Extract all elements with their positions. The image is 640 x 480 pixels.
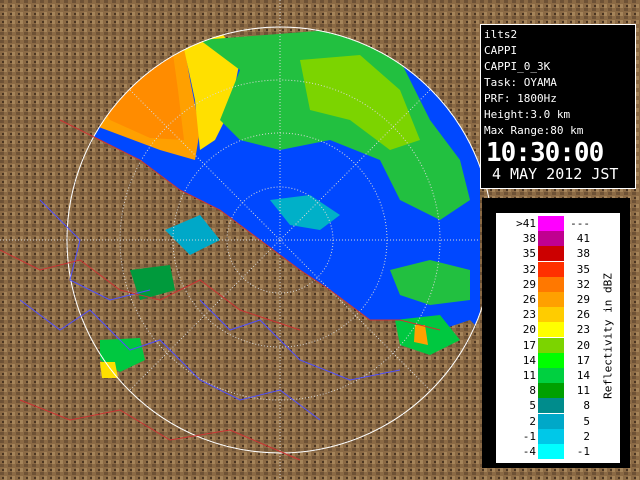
legend-high-value: ---	[570, 217, 590, 230]
legend-high-value: 23	[576, 323, 590, 337]
info-site-name: ilts2	[484, 28, 518, 41]
legend-high-value: 29	[576, 293, 590, 306]
info-max-range: Max Range:80 km	[484, 124, 584, 137]
info-product-name: CAPPI_0_3K	[484, 60, 551, 73]
legend-low-value: 26	[522, 293, 536, 306]
legend-high-value: 41	[576, 232, 590, 246]
legend-high-value: 17	[576, 353, 590, 367]
legend-high-value: 26	[576, 308, 590, 322]
legend-high-value: -1	[576, 445, 590, 458]
legend-low-value: 17	[522, 338, 536, 352]
legend-low-value: 23	[522, 308, 536, 322]
info-task: Task: OYAMA	[484, 76, 557, 89]
observation-date: 4 MAY 2012 JST	[492, 165, 619, 183]
legend-high-value: 14	[576, 369, 590, 382]
info-product-type: CAPPI	[484, 44, 518, 57]
legend-high-value: 2	[583, 429, 590, 443]
legend-low-value: 8	[529, 384, 536, 398]
legend-low-value: 20	[522, 323, 536, 337]
legend-low-value: 29	[522, 277, 536, 291]
info-prf: PRF: 1800Hz	[484, 92, 557, 105]
legend-high-value: 11	[576, 384, 590, 398]
legend-high-value: 20	[576, 338, 590, 352]
legend-high-value: 8	[583, 399, 590, 413]
legend-low-value: 38	[522, 232, 536, 246]
legend-low-value: 14	[522, 353, 536, 367]
legend-low-value: 2	[529, 414, 536, 428]
legend-low-value: 5	[529, 399, 536, 413]
legend-low-value: 32	[522, 262, 536, 276]
legend-title: Reflectivity in dBZ	[601, 273, 615, 399]
legend-high-value: 38	[576, 247, 590, 261]
legend-high-value: 35	[576, 262, 590, 276]
legend-low-value: 11	[522, 369, 536, 382]
info-height: Height:3.0 km	[484, 108, 571, 121]
legend-low-value: -4	[522, 445, 536, 458]
legend-high-value: 32	[576, 277, 590, 291]
legend-low-value: -1	[522, 429, 536, 443]
observation-time: 10:30:00	[486, 138, 604, 168]
legend-high-value: 5	[583, 414, 590, 428]
legend-low-value: >41	[516, 217, 536, 230]
legend-low-value: 35	[522, 247, 536, 261]
